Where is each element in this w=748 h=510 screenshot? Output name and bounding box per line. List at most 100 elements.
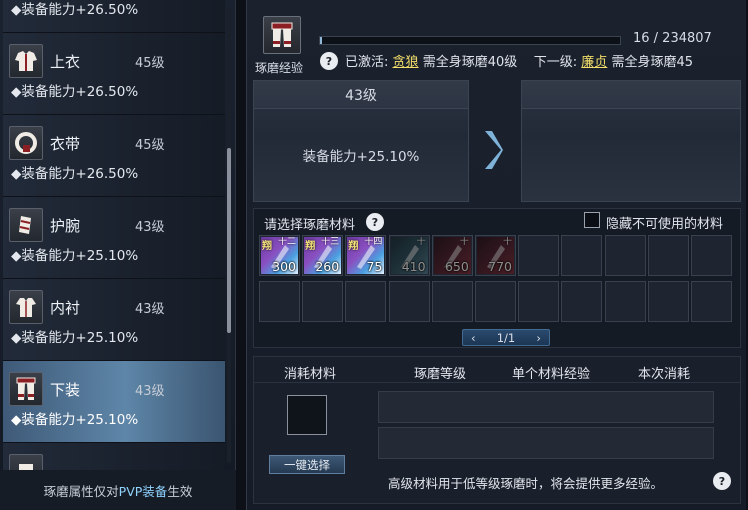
equipment-item[interactable]: 下装 43级 ◆装备能力+25.10%: [3, 361, 225, 443]
equipment-item[interactable]: 衣带 45级 ◆装备能力+26.50%: [3, 115, 225, 197]
equipment-level: 43级: [135, 220, 165, 235]
equipment-level: 45级: [135, 138, 165, 153]
equipment-icon-frame: [9, 372, 43, 406]
refine-exp-label: 琢磨经验: [255, 61, 304, 75]
material-slot[interactable]: 翔十三 260: [302, 235, 344, 276]
equipment-level: 43级: [135, 384, 165, 399]
equipment-item[interactable]: 护腕 43级 ◆装备能力+25.10%: [3, 197, 225, 279]
pvp-note-suffix: 生效: [167, 483, 193, 499]
equipment-bonus: ◆装备能力+26.50%: [11, 84, 139, 100]
page-indicator: 1/1: [496, 330, 516, 345]
material-count: 300: [272, 259, 296, 274]
col-refine-level: 琢磨等级: [414, 367, 467, 382]
material-slot[interactable]: [561, 281, 603, 322]
consume-material-slot[interactable]: [287, 395, 327, 435]
equipment-list-panel: ◆装备能力+26.50% 上衣 45级 ◆装备能力+26.50% 衣带 45级 ◆装备能力+…: [0, 0, 236, 510]
equipment-icon: [19, 464, 33, 470]
material-slot[interactable]: [604, 281, 646, 322]
refine-panel: 琢磨经验 16 / 234807 ? 已激活: 贪狼 需全身琢磨40级 下一级:…: [246, 0, 746, 510]
equipment-icon-frame: [9, 208, 43, 242]
material-slot[interactable]: [691, 235, 732, 276]
material-slot[interactable]: 十 650: [431, 235, 473, 276]
material-slot[interactable]: [647, 235, 689, 276]
equipment-bonus: ◆装备能力+25.10%: [11, 248, 139, 264]
consume-row: [378, 391, 714, 423]
help-icon[interactable]: ?: [366, 213, 384, 231]
material-slot[interactable]: [475, 281, 516, 322]
equipment-list[interactable]: ◆装备能力+26.50% 上衣 45级 ◆装备能力+26.50% 衣带 45级 ◆装备能力+…: [3, 0, 225, 470]
activated-title-link[interactable]: 贪狼: [393, 55, 419, 70]
material-slot[interactable]: 十 410: [388, 235, 430, 276]
material-tier: 十: [459, 237, 469, 247]
activated-label: 已激活:: [345, 55, 389, 70]
equipment-item[interactable]: 内衬 43级 ◆装备能力+25.10%: [3, 279, 225, 361]
material-tier: 十四: [364, 237, 383, 247]
material-slot[interactable]: [302, 281, 344, 322]
material-item-icon[interactable]: 翔十四 75: [347, 237, 385, 274]
material-item-icon[interactable]: 十 410: [390, 237, 428, 274]
material-slot[interactable]: [691, 281, 732, 322]
equipment-item[interactable]: [3, 443, 225, 470]
material-slot[interactable]: [388, 281, 430, 322]
material-slot[interactable]: [561, 235, 603, 276]
material-slot[interactable]: [259, 281, 300, 322]
current-level-card: 43级 装备能力+25.10%: [253, 80, 469, 202]
material-item-icon[interactable]: 翔十三 260: [304, 237, 342, 274]
col-consume-material: 消耗材料: [284, 367, 337, 382]
next-level-label: 下一级:: [533, 55, 578, 70]
bracer-icon: [19, 216, 31, 234]
material-item-icon[interactable]: 十 650: [433, 237, 471, 274]
next-title-link[interactable]: 廉贞: [581, 55, 607, 70]
pants-icon: [16, 377, 36, 400]
equipment-item[interactable]: 上衣 45级 ◆装备能力+26.50%: [3, 33, 225, 115]
refine-exp-fill: [320, 37, 322, 44]
material-slot[interactable]: [345, 281, 387, 322]
material-slot[interactable]: [647, 281, 689, 322]
chevron-right-icon[interactable]: ›: [536, 331, 541, 345]
equipment-level: 45级: [135, 56, 165, 71]
material-pager: ‹ 1/1 ›: [462, 329, 550, 346]
equipment-item[interactable]: ◆装备能力+26.50%: [3, 0, 225, 33]
list-scrollbar[interactable]: [227, 8, 231, 463]
equipment-name: 下装: [50, 381, 81, 399]
next-level: [522, 81, 740, 109]
consume-row: [378, 427, 714, 459]
material-tier: 十三: [321, 237, 340, 247]
material-slot[interactable]: [518, 281, 560, 322]
material-slot[interactable]: 十 770: [475, 235, 516, 276]
material-item-icon[interactable]: 十 770: [477, 237, 514, 274]
help-icon[interactable]: ?: [320, 52, 338, 70]
refine-exp-bar: [319, 36, 621, 45]
next-requirement: 需全身琢磨45: [611, 55, 693, 70]
equipment-level: 43级: [135, 302, 165, 317]
material-tier: 十: [416, 237, 426, 247]
material-selection: 请选择琢磨材料 ? 隐藏不可使用的材料 翔十二 300 翔十三 260 翔十四 75 十 41…: [253, 208, 741, 348]
undershirt-icon: [16, 298, 36, 317]
material-slot[interactable]: [431, 281, 473, 322]
material-tag: 翔: [262, 241, 272, 252]
help-icon[interactable]: ?: [713, 472, 731, 490]
material-item-icon[interactable]: 翔十二 300: [261, 237, 298, 274]
scrollbar-thumb[interactable]: [227, 148, 231, 333]
equipment-icon-frame: [9, 290, 43, 324]
material-tier: 十: [502, 237, 512, 247]
belt-icon: [15, 132, 37, 154]
material-count: 410: [401, 259, 426, 274]
material-slot[interactable]: 翔十二 300: [259, 235, 300, 276]
refine-exp-value: 16 / 234807: [633, 31, 712, 46]
one-key-select-button[interactable]: 一键选择: [269, 455, 345, 474]
material-tag: 翔: [348, 241, 359, 252]
material-slot[interactable]: [604, 235, 646, 276]
material-count: 650: [444, 259, 469, 274]
material-count: 75: [366, 259, 383, 274]
chevron-left-icon[interactable]: ‹: [471, 331, 476, 345]
equipment-name: 上衣: [50, 53, 81, 71]
material-slot[interactable]: 翔十四 75: [345, 235, 387, 276]
activated-requirement: 需全身琢磨40级: [422, 55, 518, 70]
hide-unusable-label[interactable]: 隐藏不可使用的材料: [606, 213, 723, 232]
material-slot[interactable]: [518, 235, 560, 276]
pvp-note: 琢磨属性仅对 PVP装备 生效: [0, 470, 236, 510]
hide-unusable-checkbox[interactable]: [584, 212, 600, 228]
equipment-bonus: ◆装备能力+25.10%: [11, 412, 139, 428]
equipment-icon-frame: [9, 454, 43, 470]
